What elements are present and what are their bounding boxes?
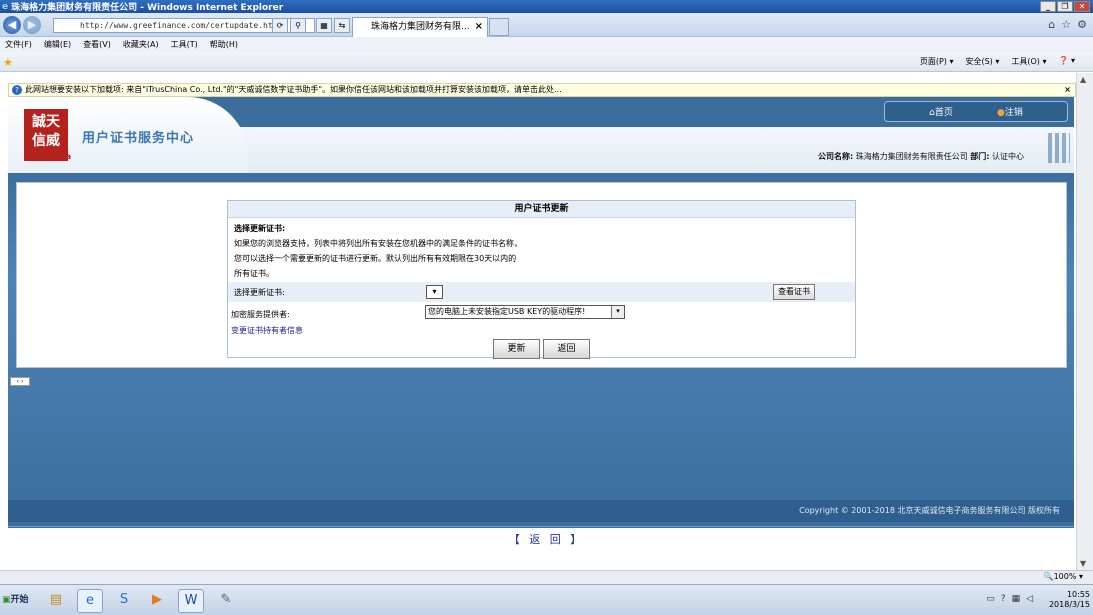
infobar-close-button[interactable]: × [1064,84,1071,96]
company-info: 公司名称: 珠海格力集团财务有限责任公司 部门: 认证中心 [818,151,1024,162]
media-player-icon[interactable]: ▶ [144,589,170,613]
status-bar: 🔍100% ▾ [0,570,1093,584]
help-icon[interactable]: ? [1001,594,1006,604]
vertical-scrollbar[interactable]: ▲ ▼ [1076,73,1093,570]
clock-time: 10:55 [1066,590,1090,599]
company-label: 公司名称: [817,152,854,161]
update-button[interactable]: 更新 [493,339,540,359]
logout-icon: ● [996,108,1005,118]
explorer-icon[interactable]: ▤ [43,589,69,613]
decorative-pattern [1048,133,1070,163]
clock-date: 2018/3/15 [1048,600,1090,609]
close-window-button[interactable]: ✕ [1074,1,1090,12]
volume-icon[interactable]: ◁ [1026,594,1033,604]
command-bar: ★ 页面(P) ▾ 安全(S) ▾ 工具(O) ▾ ❓ ▾ [0,52,1093,72]
menu-edit[interactable]: 编辑(E) [44,39,71,50]
window-controls: _ ❐ ✕ [1040,1,1090,12]
network-icon[interactable]: ▦ [1012,594,1021,604]
desc-heading: 选择更新证书: [234,224,286,233]
cmd-safety[interactable]: 安全(S) ▾ [965,56,999,67]
info-icon: ? [12,85,22,95]
view-cert-button[interactable]: 查看证书 [773,284,815,300]
desc-line: 所有证书。 [234,269,274,278]
search-icon[interactable]: ⚲ [290,18,306,33]
cert-select-dropdown[interactable]: ▾ [426,285,443,299]
cmd-help[interactable]: ❓ ▾ [1058,56,1075,67]
nav-home[interactable]: ⌂首页 [929,105,953,118]
refresh-icon[interactable]: ⟳ [272,18,288,33]
compat-view-icon[interactable]: ▦ [316,18,332,33]
menu-bar: 文件(F) 编辑(E) 查看(V) 收藏夹(A) 工具(T) 帮助(H) [0,37,1093,52]
address-bar-row: ◀ ▶ http://www.greefinance.com/certupdat… [0,13,1093,37]
change-holder-link[interactable]: 变更证书持有者信息 [231,325,303,336]
browser-right-icons: ⌂ ☆ ⚙ [1048,18,1087,31]
logo-brand: iTrusChina [24,152,72,161]
restore-button[interactable]: ❐ [1057,1,1073,12]
tray-icons: ▭ ? ▦ ◁ [986,594,1033,604]
cert-select-label: 选择更新证书: [234,288,285,297]
addon-info-bar[interactable]: ? 此网站想要安装以下加载项: 来自"iTrusChina Co., Ltd."… [8,83,1076,97]
minimize-button[interactable]: _ [1040,1,1056,12]
ie-icon[interactable]: e [77,589,103,613]
scroll-down-icon[interactable]: ▼ [1080,559,1086,568]
menu-file[interactable]: 文件(F) [5,39,32,50]
csp-value: 您的电脑上未安装指定USB KEY的驱动程序! [428,307,586,316]
desc-line: 您可以选择一个需要更新的证书进行更新。默认列出所有有效期限在30天以内的 [234,254,517,263]
home-icon[interactable]: ⌂ [1048,18,1055,31]
chevron-down-icon: ▾ [432,287,437,296]
footer-divider [8,526,1074,527]
company-name: 珠海格力集团财务有限责任公司 [855,152,968,161]
back-link[interactable]: 【 返 回 】 [0,531,1093,547]
back-button[interactable]: 返回 [543,339,590,359]
sogou-icon[interactable]: S [111,589,137,613]
window-title: 珠海格力集团财务有限责任公司 - Windows Internet Explor… [11,3,284,13]
site-header: 誠天 信威 iTrusChina 用户证书服务中心 ⌂首页 ●注销 公司名称: 珠… [8,97,1074,173]
cmd-page[interactable]: 页面(P) ▾ [920,56,954,67]
cert-update-form: 用户证书更新 选择更新证书: 如果您的浏览器支持，列表中将列出所有安装在您机器中… [227,200,856,359]
tab-title: 珠海格力集团财务有限... [371,22,470,32]
stop-icon[interactable]: ⇆ [334,18,350,33]
menu-help[interactable]: 帮助(H) [210,39,238,50]
nav-logout[interactable]: ●注销 [997,105,1023,118]
chevron-down-icon: ▾ [611,306,624,318]
favorites-star-icon[interactable]: ☆ [1061,18,1071,31]
browser-tab[interactable]: 珠海格力集团财务有限... × [352,17,488,37]
cert-select-row: 选择更新证书: ▾ 查看证书 [228,282,855,302]
zoom-level[interactable]: 🔍100% ▾ [1044,572,1083,581]
favorites-bar-star-icon[interactable]: ★ [3,56,13,69]
new-tab-button[interactable] [489,18,509,36]
tools-gear-icon[interactable]: ⚙ [1077,18,1087,31]
menu-favorites[interactable]: 收藏夹(A) [123,39,159,50]
ie-logo-icon: e [2,1,9,12]
menu-tools[interactable]: 工具(T) [171,39,198,50]
command-items: 页面(P) ▾ 安全(S) ▾ 工具(O) ▾ ❓ ▾ [920,56,1075,67]
form-title: 用户证书更新 [228,201,855,218]
scroll-up-icon[interactable]: ▲ [1080,75,1086,84]
header-nav: ⌂首页 ●注销 [884,101,1068,122]
windows-logo-icon: ▣ [2,595,11,605]
window-title-bar: e 珠海格力集团财务有限责任公司 - Windows Internet Expl… [0,0,1093,13]
small-control[interactable]: ‹ › [10,377,30,386]
footer-copyright: Copyright © 2001-2018 北京天威诚信电子商务服务有限公司 版… [8,500,1074,522]
dept-name: 认证中心 [992,152,1024,161]
menu-view[interactable]: 查看(V) [83,39,111,50]
word-icon[interactable]: W [178,589,204,613]
taskbar: ▣开始 ▤ e S ▶ W ✎ ▭ ? ▦ ◁ 10:55 2018/3/15 [0,584,1093,615]
site-title: 用户证书服务中心 [82,131,195,146]
tab-close-button[interactable]: × [475,18,483,36]
paint-icon[interactable]: ✎ [213,589,239,613]
dept-label: 部门: [970,152,990,161]
desc-line: 如果您的浏览器支持，列表中将列出所有安装在您机器中的满足条件的证书名称， [234,239,522,248]
cmd-tools[interactable]: 工具(O) ▾ [1011,56,1046,67]
start-button[interactable]: ▣开始 [2,592,29,605]
keyboard-icon[interactable]: ▭ [986,594,995,604]
forward-arrow-icon[interactable]: ▶ [23,16,41,34]
csp-label: 加密服务提供者: [231,310,290,319]
infobar-text: 此网站想要安装以下加载项: 来自"iTrusChina Co., Ltd."的"… [25,85,562,94]
back-arrow-icon[interactable]: ◀ [3,16,21,34]
csp-select[interactable]: 您的电脑上未安装指定USB KEY的驱动程序! ▾ [425,305,625,319]
clock[interactable]: 10:55 2018/3/15 [1049,590,1090,610]
